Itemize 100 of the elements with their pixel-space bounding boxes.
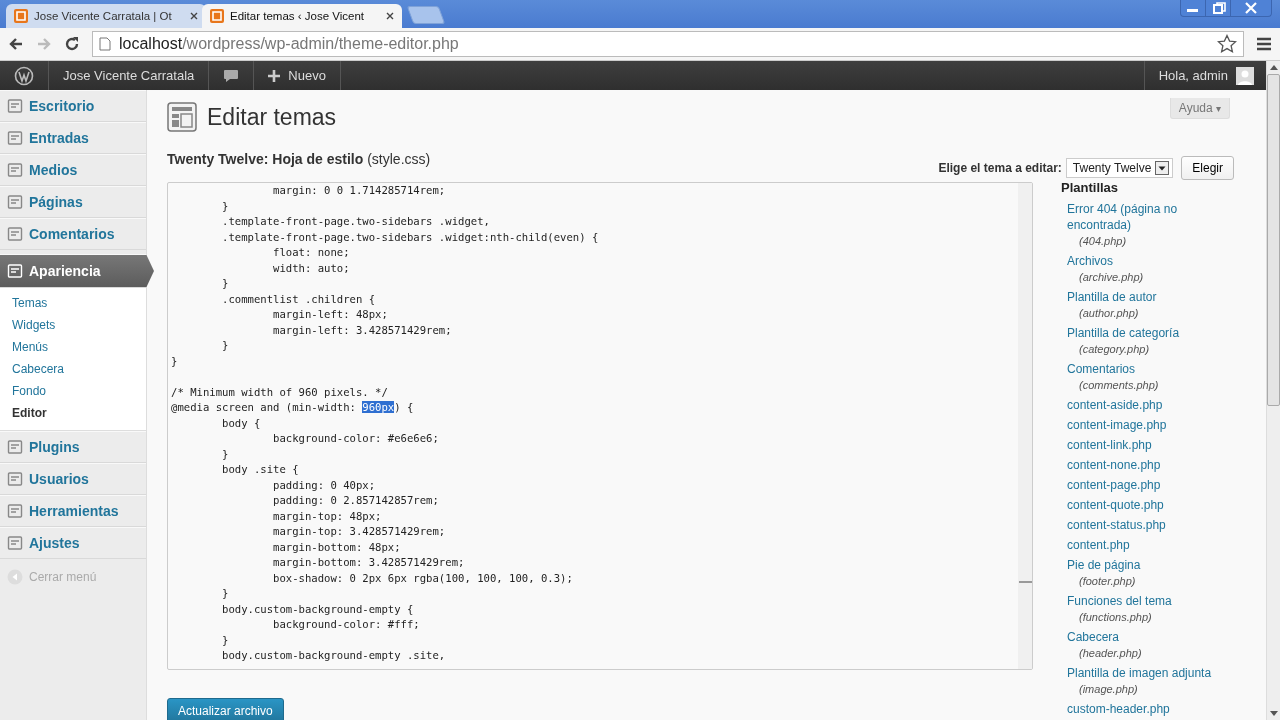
menu-item-icon: [7, 226, 23, 242]
code-line: }: [171, 353, 179, 369]
sidebar-item[interactable]: Usuarios: [0, 463, 146, 495]
sidebar-item[interactable]: Páginas: [0, 186, 146, 218]
close-icon[interactable]: [386, 12, 394, 20]
account-menu[interactable]: Hola, admin: [1143, 61, 1266, 90]
submenu-item[interactable]: Fondo: [0, 380, 146, 402]
code-line: width: auto;: [272, 260, 351, 276]
submenu-item[interactable]: Editor: [0, 402, 146, 424]
template-link[interactable]: content-status.php: [1067, 517, 1241, 533]
code-editor[interactable]: [167, 182, 1033, 670]
browser-tab[interactable]: Editar temas ‹ Jose Vicent: [202, 4, 402, 28]
favicon-icon: [210, 9, 224, 23]
template-link[interactable]: Plantilla de autor: [1067, 289, 1241, 305]
favicon-icon: [14, 9, 28, 23]
close-icon[interactable]: [190, 12, 198, 20]
update-file-button[interactable]: Actualizar archivo: [167, 698, 284, 720]
sidebar-item[interactable]: Medios: [0, 154, 146, 186]
star-icon[interactable]: [1217, 34, 1237, 54]
page-scrollbar[interactable]: [1266, 61, 1280, 720]
code-line: padding: 0 2.857142857rem;: [272, 493, 440, 508]
help-tab[interactable]: Ayuda ▾: [1169, 98, 1230, 119]
code-line: }: [221, 446, 230, 462]
code-line: .commentlist .children {: [221, 291, 377, 307]
template-link[interactable]: Funciones del tema: [1067, 593, 1241, 609]
scroll-up-icon[interactable]: [1269, 64, 1278, 70]
menu-item-icon: [7, 471, 23, 487]
back-icon[interactable]: [8, 36, 24, 52]
sidebar-item[interactable]: Escritorio: [0, 90, 146, 122]
submenu-item[interactable]: Temas: [0, 292, 146, 314]
menu-item-icon: [7, 439, 23, 455]
code-line: margin-top: 3.428571429rem;: [272, 524, 447, 539]
plus-icon: [268, 69, 281, 82]
menu-item-icon: [7, 263, 23, 279]
templates-heading: Plantillas: [1061, 180, 1120, 195]
sidebar-item[interactable]: Entradas: [0, 122, 146, 154]
code-line: margin-left: 48px;: [272, 307, 389, 322]
template-link[interactable]: Plantilla de categoría: [1067, 325, 1241, 341]
code-line: margin: 0 0 1.714285714rem;: [272, 183, 447, 198]
code-line: }: [221, 338, 230, 353]
collapse-icon: [7, 569, 23, 585]
template-filename: (footer.php): [1078, 574, 1137, 589]
theme-dropdown[interactable]: Twenty Twelve: [1065, 158, 1174, 178]
page-title: Editar temas: [207, 103, 337, 131]
template-filename: (header.php): [1078, 646, 1143, 661]
template-filename: (category.php): [1078, 342, 1151, 357]
template-link[interactable]: content-link.php: [1067, 437, 1241, 453]
submenu-item[interactable]: Widgets: [0, 314, 146, 336]
template-link[interactable]: content-image.php: [1067, 417, 1241, 433]
code-line: margin-bottom: 3.428571429rem;: [272, 555, 466, 570]
site-name-link[interactable]: Jose Vicente Carratala: [49, 61, 210, 90]
code-line: body .site {: [221, 462, 300, 477]
menu-item-icon: [7, 503, 23, 519]
template-link[interactable]: content-page.php: [1067, 477, 1241, 493]
menu-item-icon: [7, 98, 23, 114]
sidebar-item[interactable]: Comentarios: [0, 218, 146, 250]
editor-scrollbar[interactable]: [1018, 183, 1032, 669]
code-line: body.custom-background-empty {: [221, 601, 415, 617]
template-link[interactable]: Error 404 (página no encontrada): [1067, 201, 1241, 233]
template-filename: (comments.php): [1078, 378, 1160, 393]
sidebar-item[interactable]: Ajustes: [0, 527, 146, 559]
code-line: body {: [221, 415, 262, 431]
sidebar-item[interactable]: Herramientas: [0, 495, 146, 527]
code-line: margin-top: 48px;: [272, 508, 383, 524]
submenu-item[interactable]: Menús: [0, 336, 146, 358]
template-link[interactable]: content.php: [1067, 537, 1241, 553]
sidebar-item[interactable]: Plugins: [0, 431, 146, 463]
code-line: .template-front-page.two-sidebars .widget:nth-child(even) {: [221, 229, 600, 245]
choose-button[interactable]: Elegir: [1181, 156, 1234, 180]
template-link[interactable]: custom-header.php: [1067, 701, 1241, 717]
scroll-down-icon[interactable]: [1269, 711, 1278, 717]
menu-icon[interactable]: [1256, 36, 1272, 52]
reload-icon[interactable]: [64, 36, 80, 52]
submenu-item[interactable]: Cabecera: [0, 358, 146, 380]
template-link[interactable]: Cabecera: [1067, 629, 1241, 645]
theme-select-label: Elige el tema a editar:: [938, 161, 1062, 175]
menu-item-icon: [7, 194, 23, 210]
code-line: margin-left: 3.428571429rem;: [272, 322, 453, 338]
code-line: }: [221, 632, 230, 648]
page-icon: [99, 37, 111, 51]
address-bar[interactable]: localhost/wordpress/wp-admin/theme-editor.php: [92, 31, 1244, 57]
new-content-link[interactable]: Nuevo: [254, 61, 341, 90]
template-filename: (image.php): [1078, 682, 1139, 697]
code-line: margin-bottom: 48px;: [272, 539, 402, 555]
template-link[interactable]: Plantilla de imagen adjunta: [1067, 665, 1241, 681]
code-line: float: none;: [272, 245, 351, 260]
menu-item-icon: [7, 535, 23, 551]
template-link[interactable]: Archivos: [1067, 253, 1241, 269]
menu-item-icon: [7, 130, 23, 146]
template-link[interactable]: Comentarios: [1067, 361, 1241, 377]
code-line: /* Minimum width of 960 pixels. */: [171, 384, 389, 400]
template-link[interactable]: Pie de página: [1067, 557, 1241, 573]
avatar-icon: [1236, 66, 1254, 85]
browser-tab[interactable]: Jose Vicente Carratala | Ot: [6, 4, 206, 28]
template-link[interactable]: content-quote.php: [1067, 497, 1241, 513]
template-filename: (404.php): [1078, 234, 1128, 249]
code-line: }: [221, 586, 230, 601]
template-link[interactable]: content-aside.php: [1067, 397, 1241, 413]
code-line: padding: 0 40px;: [272, 477, 377, 493]
template-link[interactable]: content-none.php: [1067, 457, 1241, 473]
